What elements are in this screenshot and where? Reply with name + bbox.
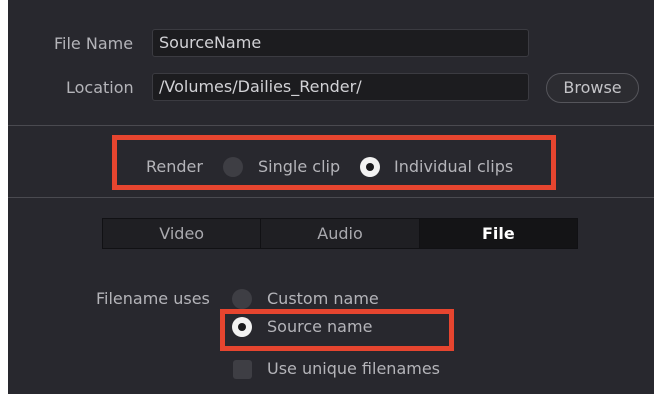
unique-filenames-label[interactable]: Use unique filenames xyxy=(267,359,440,379)
section-divider xyxy=(8,197,654,198)
tab-file[interactable]: File xyxy=(419,219,577,248)
render-settings-panel: File Name SourceName Location /Volumes/D… xyxy=(8,0,654,394)
tab-audio[interactable]: Audio xyxy=(261,219,419,248)
section-divider xyxy=(8,125,654,126)
settings-tabs: Video Audio File xyxy=(102,218,578,249)
unique-filenames-checkbox[interactable] xyxy=(233,360,252,379)
filename-uses-label: Filename uses xyxy=(96,289,210,308)
location-label: Location xyxy=(66,78,134,97)
custom-name-radio[interactable] xyxy=(232,289,252,309)
location-input[interactable]: /Volumes/Dailies_Render/ xyxy=(152,73,529,101)
tab-video[interactable]: Video xyxy=(103,219,261,248)
custom-name-label[interactable]: Custom name xyxy=(267,289,379,309)
file-name-input[interactable]: SourceName xyxy=(152,29,529,57)
source-name-highlight-box xyxy=(220,309,454,351)
file-name-label: File Name xyxy=(54,34,134,53)
render-highlight-box xyxy=(112,135,556,190)
browse-button[interactable]: Browse xyxy=(546,73,639,103)
